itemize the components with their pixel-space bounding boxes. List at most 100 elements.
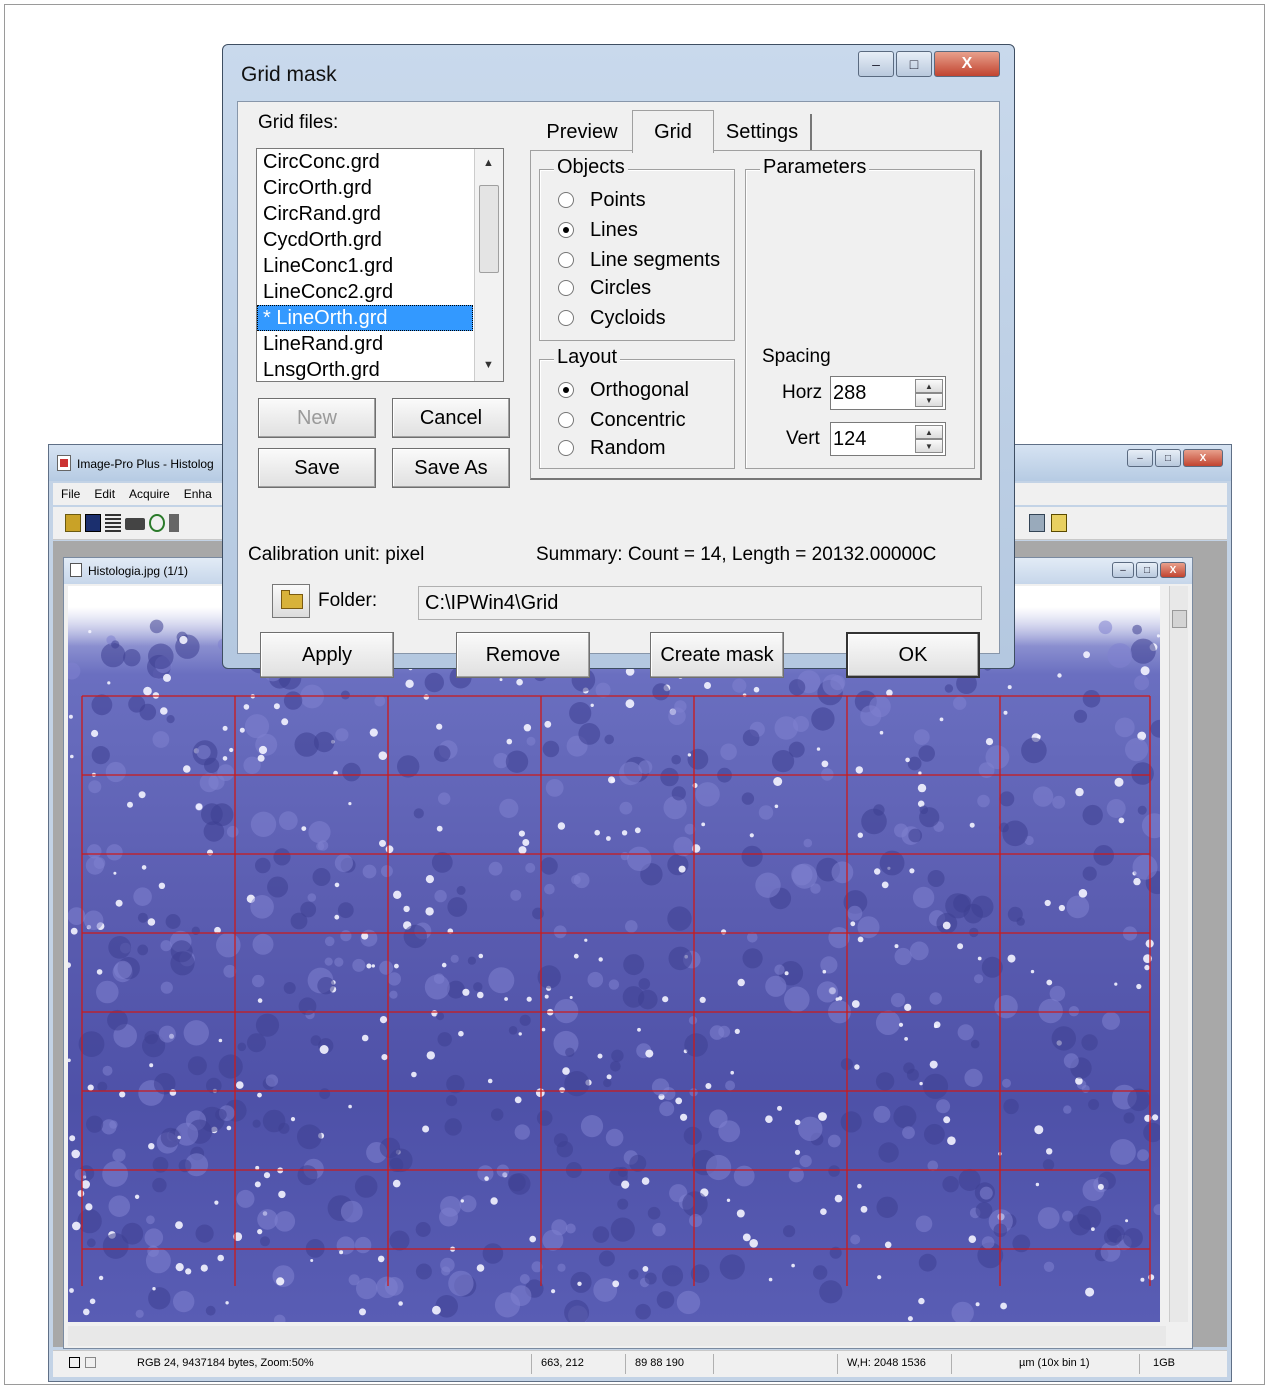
scroll-up-icon[interactable]: ▲ bbox=[483, 157, 494, 169]
dialog-maximize-button[interactable]: □ bbox=[896, 51, 932, 77]
spin-up-icon[interactable]: ▲ bbox=[915, 379, 943, 393]
browse-folder-button[interactable] bbox=[272, 584, 310, 618]
calibration-unit-label: Calibration unit: pixel bbox=[248, 544, 425, 565]
list-item[interactable]: LineConc2.grd bbox=[257, 279, 473, 305]
vert-spinner[interactable]: ▲ ▼ bbox=[830, 422, 946, 456]
cell-texture bbox=[68, 616, 1160, 1322]
menu-acquire[interactable]: Acquire bbox=[129, 487, 170, 501]
horz-label: Horz bbox=[782, 382, 823, 403]
tab-grid[interactable]: Grid bbox=[632, 110, 714, 153]
scroll-down-icon[interactable]: ▼ bbox=[483, 359, 494, 371]
radio-icon[interactable] bbox=[558, 310, 574, 326]
grid-files-label: Grid files: bbox=[258, 112, 339, 133]
list-icon[interactable] bbox=[105, 514, 121, 532]
radio-orthogonal[interactable]: Orthogonal bbox=[558, 376, 689, 404]
grid-mask-dialog: Grid mask – □ X Grid files: CircConc.grd… bbox=[222, 44, 1015, 678]
menu-edit[interactable]: Edit bbox=[94, 487, 115, 501]
objects-legend: Objects bbox=[554, 156, 628, 179]
status-box-icon bbox=[69, 1357, 80, 1368]
list-item-selected[interactable]: * LineOrth.grd bbox=[257, 305, 473, 331]
list-item[interactable]: CircRand.grd bbox=[257, 201, 473, 227]
list-item[interactable]: LineConc1.grd bbox=[257, 253, 473, 279]
menu-enhance[interactable]: Enha bbox=[184, 487, 212, 501]
radio-points[interactable]: Points bbox=[558, 186, 646, 214]
vert-input[interactable] bbox=[833, 425, 909, 453]
horz-spinner[interactable]: ▲ ▼ bbox=[830, 376, 946, 410]
radio-circles[interactable]: Circles bbox=[558, 274, 651, 302]
apply-button[interactable]: Apply bbox=[260, 632, 394, 678]
radio-icon[interactable] bbox=[558, 252, 574, 268]
list-item[interactable]: CircConc.grd bbox=[257, 149, 473, 175]
radio-random[interactable]: Random bbox=[558, 434, 666, 462]
radio-line-segments[interactable]: Line segments bbox=[558, 246, 720, 274]
radio-icon[interactable] bbox=[558, 192, 574, 208]
folder-path-field[interactable] bbox=[418, 586, 982, 620]
dialog-client-area: Grid files: CircConc.grd CircOrth.grd Ci… bbox=[237, 101, 1000, 678]
horz-input[interactable] bbox=[833, 379, 909, 407]
status-coords: 663, 212 bbox=[541, 1357, 584, 1369]
dialog-minimize-button[interactable]: – bbox=[858, 51, 894, 77]
image-maximize-button[interactable]: □ bbox=[1136, 562, 1158, 578]
radio-checked-icon[interactable] bbox=[558, 382, 574, 398]
cycle-icon[interactable] bbox=[149, 514, 165, 532]
radio-icon[interactable] bbox=[558, 412, 574, 428]
status-bar: RGB 24, 9437184 bytes, Zoom:50% 663, 212… bbox=[53, 1350, 1227, 1377]
list-scrollbar[interactable]: ▲ ▼ bbox=[474, 149, 503, 381]
menu-file[interactable]: File bbox=[61, 487, 80, 501]
list-item[interactable]: CycdOrth.grd bbox=[257, 227, 473, 253]
save-as-button[interactable]: Save As bbox=[392, 448, 510, 488]
maximize-button[interactable]: □ bbox=[1155, 449, 1181, 467]
image-window-title: Histologia.jpg (1/1) bbox=[88, 564, 189, 578]
spin-up-icon[interactable]: ▲ bbox=[915, 425, 943, 439]
app-title: Image-Pro Plus - Histolog bbox=[77, 457, 214, 471]
vertical-scroll-thumb[interactable] bbox=[1172, 610, 1187, 628]
cancel-button[interactable]: Cancel bbox=[392, 398, 510, 438]
image-vertical-scrollbar[interactable] bbox=[1169, 586, 1188, 1322]
create-mask-button[interactable]: Create mask bbox=[650, 632, 784, 678]
close-button[interactable]: X bbox=[1183, 449, 1223, 467]
grid-files-list[interactable]: CircConc.grd CircOrth.grd CircRand.grd C… bbox=[256, 148, 504, 382]
list-item[interactable]: CircOrth.grd bbox=[257, 175, 473, 201]
image-close-button[interactable]: X bbox=[1160, 562, 1186, 578]
open-file-icon[interactable] bbox=[65, 514, 81, 532]
edit-macro-icon[interactable] bbox=[1051, 514, 1067, 532]
new-button[interactable]: New bbox=[258, 398, 376, 438]
status-clip-icon bbox=[85, 1357, 96, 1368]
dialog-close-button[interactable]: X bbox=[934, 51, 1000, 77]
tab-preview[interactable]: Preview bbox=[532, 114, 632, 150]
spin-down-icon[interactable]: ▼ bbox=[915, 439, 943, 453]
spin-down-icon[interactable]: ▼ bbox=[915, 393, 943, 407]
save-button[interactable]: Save bbox=[258, 448, 376, 488]
list-item[interactable]: LineRand.grd bbox=[257, 331, 473, 357]
folder-label: Folder: bbox=[318, 590, 378, 611]
image-document-icon bbox=[70, 563, 82, 577]
radio-lines[interactable]: Lines bbox=[558, 216, 638, 244]
grid-tab-panel: Objects Points Lines Line segments Circl… bbox=[530, 150, 982, 480]
layout-group: Layout Orthogonal Concentric Random bbox=[539, 346, 735, 469]
list-item[interactable]: LnsgOrth.grd bbox=[257, 357, 473, 381]
spacing-label: Spacing bbox=[762, 346, 831, 367]
print-icon[interactable] bbox=[169, 514, 179, 532]
layout-legend: Layout bbox=[554, 346, 621, 369]
macro-icon[interactable] bbox=[1029, 514, 1045, 532]
minimize-button[interactable]: – bbox=[1127, 449, 1153, 467]
image-minimize-button[interactable]: – bbox=[1112, 562, 1134, 578]
status-memory: 1GB bbox=[1153, 1357, 1176, 1369]
radio-icon[interactable] bbox=[558, 440, 574, 456]
image-horizontal-scrollbar[interactable] bbox=[68, 1326, 1166, 1346]
radio-cycloids[interactable]: Cycloids bbox=[558, 304, 666, 332]
remove-button[interactable]: Remove bbox=[456, 632, 590, 678]
tab-settings[interactable]: Settings bbox=[714, 114, 812, 150]
histology-image[interactable] bbox=[68, 586, 1160, 1322]
radio-concentric[interactable]: Concentric bbox=[558, 406, 686, 434]
image-window: Histologia.jpg (1/1) – □ X bbox=[63, 557, 1193, 1349]
ok-button[interactable]: OK bbox=[846, 632, 980, 678]
status-image-info: RGB 24, 9437184 bytes, Zoom:50% bbox=[137, 1357, 314, 1369]
radio-icon[interactable] bbox=[558, 280, 574, 296]
list-scroll-thumb[interactable] bbox=[479, 185, 499, 273]
status-rgb: 89 88 190 bbox=[635, 1357, 684, 1369]
save-disk-icon[interactable] bbox=[85, 514, 101, 532]
summary-text: Summary: Count = 14, Length = 20132.0000… bbox=[536, 544, 937, 565]
camera-icon[interactable] bbox=[125, 518, 145, 530]
radio-checked-icon[interactable] bbox=[558, 222, 574, 238]
